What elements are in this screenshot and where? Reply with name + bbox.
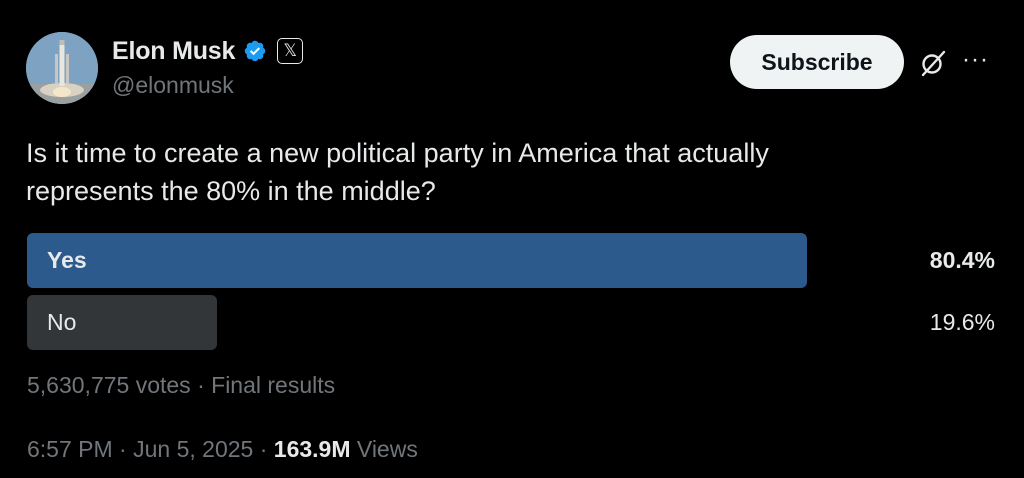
separator: · <box>197 372 205 398</box>
grok-icon[interactable] <box>918 48 948 78</box>
x-logo-icon[interactable]: 𝕏 <box>277 38 304 64</box>
poll-option-label: Yes <box>47 247 87 273</box>
tweet-date[interactable]: Jun 5, 2025 <box>133 436 253 462</box>
poll-option-no: No 19.6% <box>27 295 997 350</box>
poll-option-percent: 19.6% <box>929 309 995 335</box>
avatar[interactable] <box>26 32 98 104</box>
tweet-time[interactable]: 6:57 PM <box>27 436 113 462</box>
author-name-row: Elon Musk 𝕏 <box>112 36 304 66</box>
tweet-meta: 6:57 PM · Jun 5, 2025 · 163.9M Views <box>27 436 418 463</box>
author-display-name[interactable]: Elon Musk <box>112 37 235 66</box>
tweet-text-line: Is it time to create a new political par… <box>26 138 769 168</box>
more-options-icon[interactable]: ··· <box>962 48 989 72</box>
poll-votes: 5,630,775 votes <box>27 372 191 398</box>
tweet-text-line: represents the 80% in the middle? <box>26 176 436 206</box>
poll-status: Final results <box>211 372 336 398</box>
poll-bar-yes <box>27 233 807 288</box>
poll-option-percent: 80.4% <box>929 247 995 273</box>
views-count: 163.9M <box>273 436 351 462</box>
poll-option-label: No <box>47 309 77 335</box>
separator: · <box>119 436 127 462</box>
rocket-launch-avatar-image <box>26 32 98 104</box>
views-label: Views <box>356 436 418 462</box>
verified-badge-icon[interactable] <box>243 39 267 63</box>
poll-option-yes: Yes 80.4% <box>27 233 997 288</box>
tweet-text: Is it time to create a new political par… <box>26 134 926 210</box>
tweet-card: Elon Musk 𝕏 @elonmusk Subscribe ··· Is i… <box>0 0 1024 478</box>
separator: · <box>259 436 268 462</box>
author-handle[interactable]: @elonmusk <box>112 72 234 99</box>
poll-summary: 5,630,775 votes · Final results <box>27 372 335 399</box>
subscribe-button[interactable]: Subscribe <box>730 35 904 89</box>
